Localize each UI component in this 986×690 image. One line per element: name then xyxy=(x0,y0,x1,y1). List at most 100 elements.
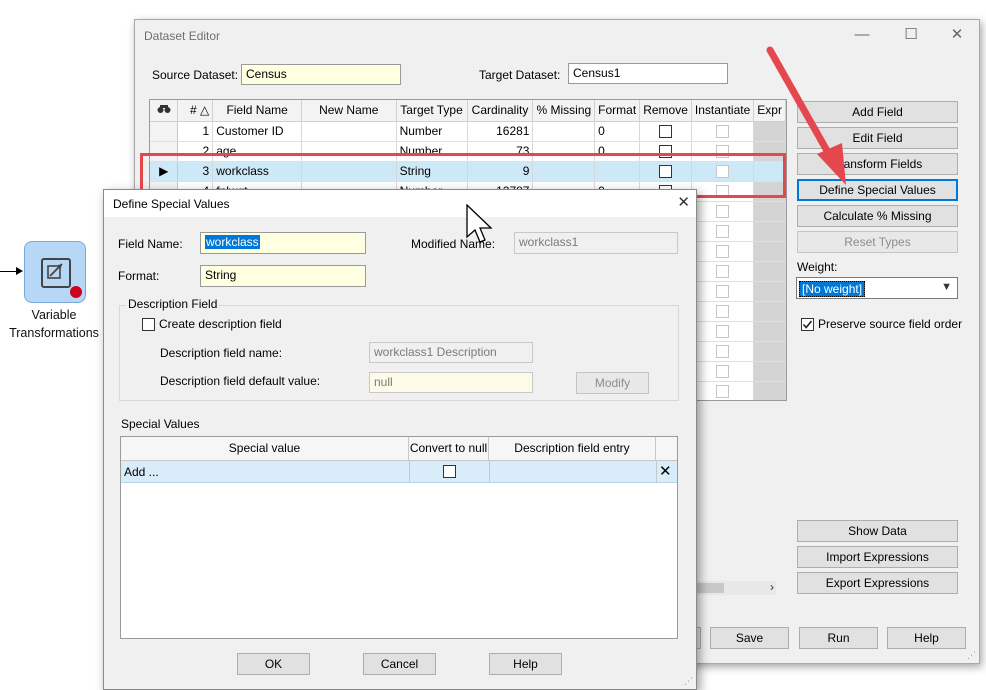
description-default-input[interactable]: null xyxy=(369,372,533,393)
instantiate-checkbox xyxy=(716,365,730,379)
resize-grip-icon[interactable]: ⋰ xyxy=(967,650,976,661)
col-convert-null-header[interactable]: Convert to null xyxy=(409,437,489,461)
close-icon[interactable]: ✕ xyxy=(947,25,967,45)
instantiate-checkbox xyxy=(716,345,730,359)
col-cardinality-header[interactable]: Cardinality xyxy=(467,100,534,122)
connector-arrow-icon xyxy=(16,267,23,275)
table-row[interactable]: 1 Customer ID Number 16281 0 xyxy=(150,121,786,142)
source-dataset-label: Source Dataset: xyxy=(152,68,239,82)
import-expressions-button[interactable]: Import Expressions xyxy=(797,546,958,568)
format-cell[interactable]: 0 xyxy=(594,121,641,142)
instantiate-checkbox xyxy=(716,305,730,319)
instantiate-checkbox xyxy=(716,385,730,399)
new-name-cell[interactable] xyxy=(301,121,397,142)
node-label-line1: Variable xyxy=(31,308,77,322)
col-missing-header[interactable]: % Missing xyxy=(532,100,596,122)
special-values-table: Special value Convert to null Descriptio… xyxy=(120,436,678,639)
field-name-input[interactable]: workclass xyxy=(200,232,366,254)
instantiate-checkbox xyxy=(716,285,730,299)
window-title: Dataset Editor xyxy=(144,29,221,43)
weight-select[interactable]: [No weight] ▼ xyxy=(796,277,958,299)
missing-cell xyxy=(532,121,596,142)
preserve-order-checkbox[interactable] xyxy=(801,318,814,331)
col-remove-header[interactable]: Remove xyxy=(639,100,692,122)
col-field-name-header[interactable]: Field Name xyxy=(212,100,302,122)
col-instantiate-header[interactable]: Instantiate xyxy=(691,100,755,122)
variable-transformations-node[interactable] xyxy=(24,241,86,303)
calculate-missing-button[interactable]: Calculate % Missing xyxy=(797,205,958,227)
resize-grip-icon[interactable]: ⋰ xyxy=(684,676,693,687)
target-dataset-field[interactable]: Census1 xyxy=(568,63,728,84)
field-name-input-value: workclass xyxy=(205,235,260,249)
checkmark-icon xyxy=(802,320,813,329)
format-input[interactable]: String xyxy=(200,265,366,287)
description-name-input[interactable]: workclass1 Description xyxy=(369,342,533,363)
horizontal-scrollbar[interactable]: › xyxy=(690,580,776,595)
cardinality-cell: 16281 xyxy=(467,121,534,142)
col-target-type-header[interactable]: Target Type xyxy=(396,100,468,122)
col-format-header[interactable]: Format xyxy=(594,100,641,122)
ok-button[interactable]: OK xyxy=(237,653,310,675)
show-data-button[interactable]: Show Data xyxy=(797,520,958,542)
binoculars-icon[interactable] xyxy=(150,100,179,122)
annotation-arrow-icon xyxy=(766,46,846,185)
transform-icon xyxy=(41,258,71,288)
instantiate-checkbox xyxy=(716,125,730,139)
node-status-dot xyxy=(70,286,82,298)
create-description-label: Create description field xyxy=(159,317,282,331)
add-row-label[interactable]: Add ... xyxy=(124,465,159,479)
reset-types-button[interactable]: Reset Types xyxy=(797,231,958,253)
run-button[interactable]: Run xyxy=(799,627,878,649)
field-name-label: Field Name: xyxy=(118,237,183,251)
close-icon[interactable]: ✕ xyxy=(677,193,690,211)
remove-cell[interactable] xyxy=(639,121,692,142)
description-default-label: Description field default value: xyxy=(160,374,321,388)
chevron-down-icon: ▼ xyxy=(941,281,952,293)
col-new-name-header[interactable]: New Name xyxy=(301,100,397,122)
source-dataset-field[interactable]: Census xyxy=(241,64,401,85)
instantiate-checkbox xyxy=(716,225,730,239)
node-label-line2: Transformations xyxy=(9,326,99,340)
col-number-header[interactable]: # △ xyxy=(177,100,214,122)
special-values-header: Special value Convert to null Descriptio… xyxy=(121,437,677,461)
row-header[interactable] xyxy=(150,121,179,142)
create-description-checkbox[interactable] xyxy=(142,318,155,331)
column-divider xyxy=(656,461,657,483)
description-name-label: Description field name: xyxy=(160,346,283,360)
modify-button[interactable]: Modify xyxy=(576,372,649,394)
weight-select-value: [No weight] xyxy=(799,281,866,297)
field-name-cell[interactable]: Customer ID xyxy=(212,121,302,142)
add-row[interactable]: Add ... ✕ xyxy=(121,461,677,483)
special-values-label: Special Values xyxy=(121,417,200,431)
row-number: 1 xyxy=(177,121,214,142)
preserve-order-label: Preserve source field order xyxy=(818,317,963,331)
convert-null-checkbox[interactable] xyxy=(443,465,456,478)
scroll-right-icon[interactable]: › xyxy=(770,580,774,594)
dialog-titlebar[interactable]: Define Special Values ✕ xyxy=(104,190,696,217)
col-special-value-header[interactable]: Special value xyxy=(121,437,409,461)
description-field-group-label: Description Field xyxy=(126,297,220,311)
save-button[interactable]: Save xyxy=(710,627,789,649)
grid-header-row: # △ Field Name New Name Target Type Card… xyxy=(150,100,786,122)
maximize-icon[interactable]: ☐ xyxy=(901,25,921,45)
col-description-entry-header[interactable]: Description field entry xyxy=(489,437,656,461)
target-type-cell[interactable]: Number xyxy=(396,121,468,142)
instantiate-cell xyxy=(691,121,755,142)
help-button[interactable]: Help xyxy=(887,627,966,649)
minimize-icon[interactable]: — xyxy=(852,25,872,45)
delete-row-icon[interactable]: ✕ xyxy=(659,462,672,480)
instantiate-checkbox xyxy=(716,265,730,279)
instantiate-checkbox xyxy=(716,245,730,259)
mouse-cursor-icon xyxy=(466,204,493,243)
remove-checkbox[interactable] xyxy=(659,125,673,139)
modified-name-input[interactable]: workclass1 xyxy=(514,232,678,254)
weight-label: Weight: xyxy=(797,260,838,274)
target-dataset-label: Target Dataset: xyxy=(479,68,561,82)
export-expressions-button[interactable]: Export Expressions xyxy=(797,572,958,594)
dialog-title: Define Special Values xyxy=(113,197,230,211)
node-label: Variable Transformations xyxy=(0,306,108,342)
help-button[interactable]: Help xyxy=(489,653,562,675)
cancel-button[interactable]: Cancel xyxy=(363,653,436,675)
instantiate-checkbox xyxy=(716,205,730,219)
format-label: Format: xyxy=(118,269,160,283)
